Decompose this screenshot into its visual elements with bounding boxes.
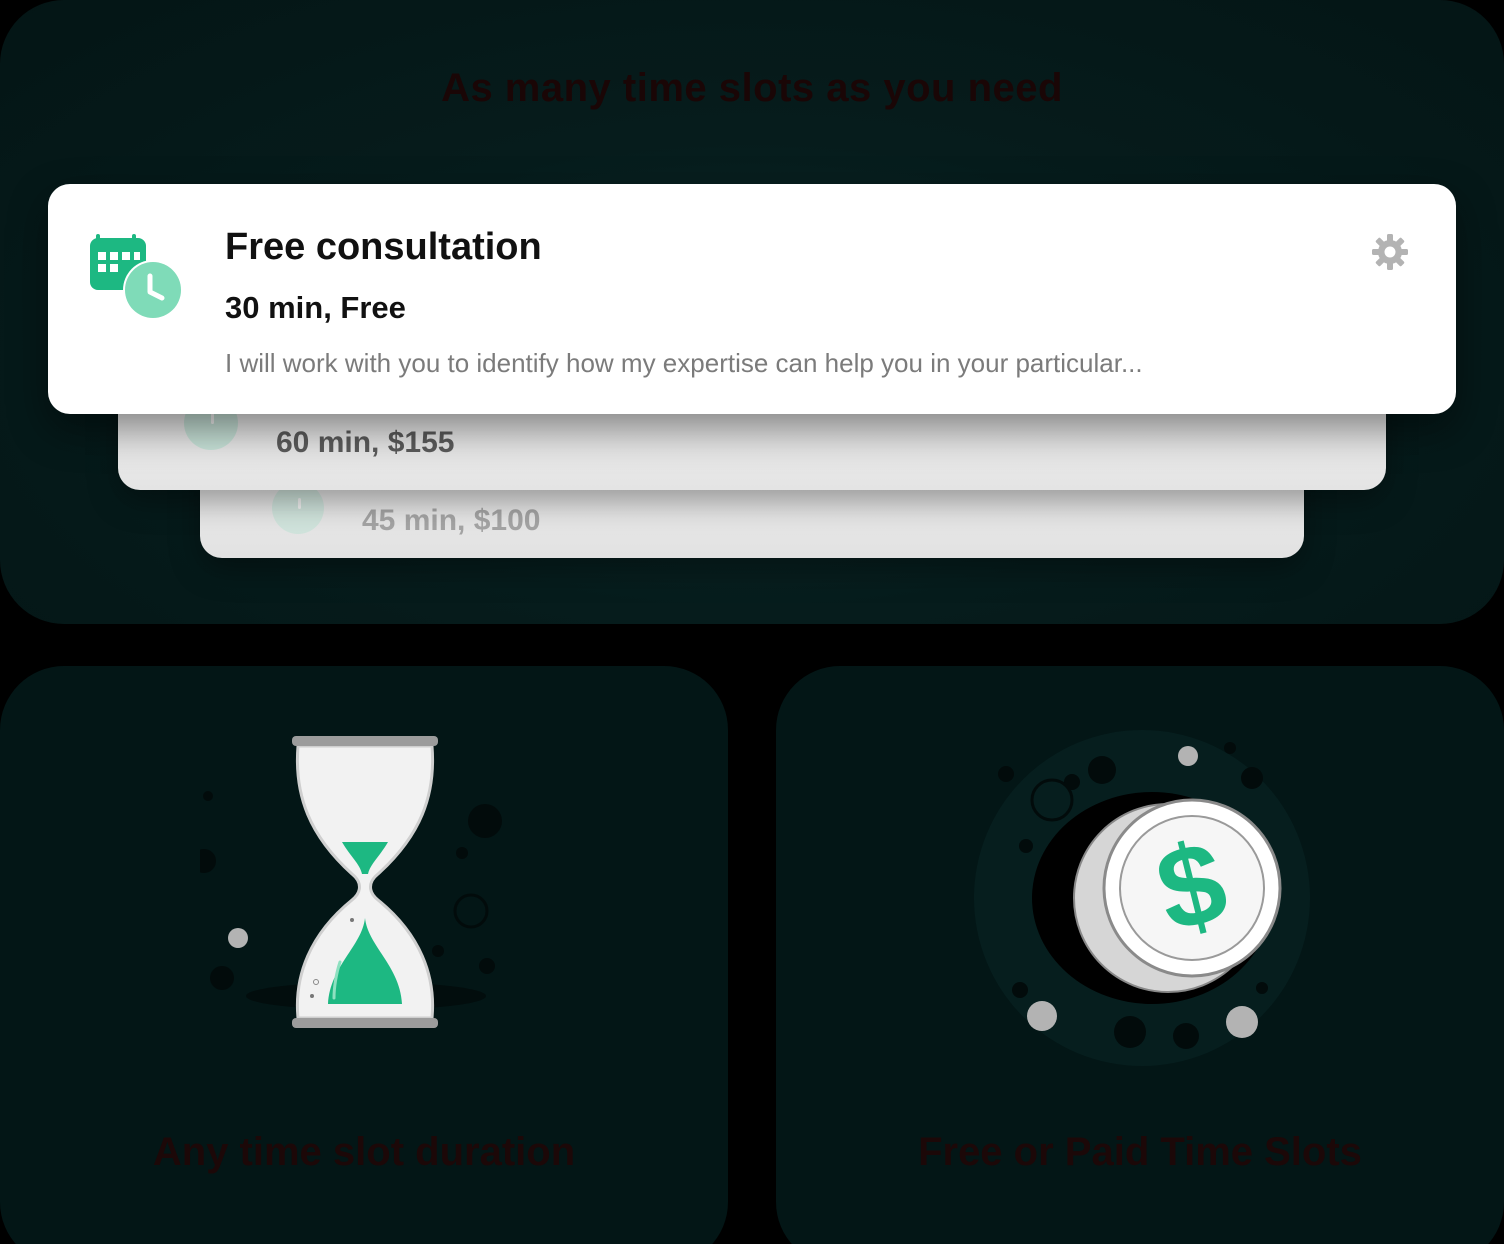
panel-heading: As many time slots as you need — [441, 66, 1063, 110]
slot-price: 60 min, $155 — [276, 426, 455, 459]
panel-caption: Any time slot duration — [152, 1130, 576, 1174]
time-slots-panel: As many time slots as you need 45 min, $… — [0, 0, 1504, 624]
slot-title: Free consultation — [225, 226, 542, 268]
time-slot-card-free-consultation[interactable]: Free consultation 30 min, Free I will wo… — [48, 184, 1456, 414]
hourglass-icon — [192, 726, 530, 1066]
calendar-clock-icon — [88, 226, 184, 322]
gear-icon[interactable] — [1370, 232, 1410, 272]
dollar-coin-icon: $ — [962, 726, 1342, 1086]
panel-caption: Free or Paid Time Slots — [918, 1130, 1362, 1174]
slot-price: 45 min, $100 — [362, 504, 541, 537]
slot-description: I will work with you to identify how my … — [225, 348, 1143, 378]
pricing-panel: $ Free or Paid Time Slots — [776, 666, 1504, 1244]
slot-duration-price: 30 min, Free — [225, 290, 406, 325]
duration-panel: Any time slot duration — [0, 666, 728, 1244]
feature-showcase: As many time slots as you need 45 min, $… — [0, 0, 1504, 1244]
